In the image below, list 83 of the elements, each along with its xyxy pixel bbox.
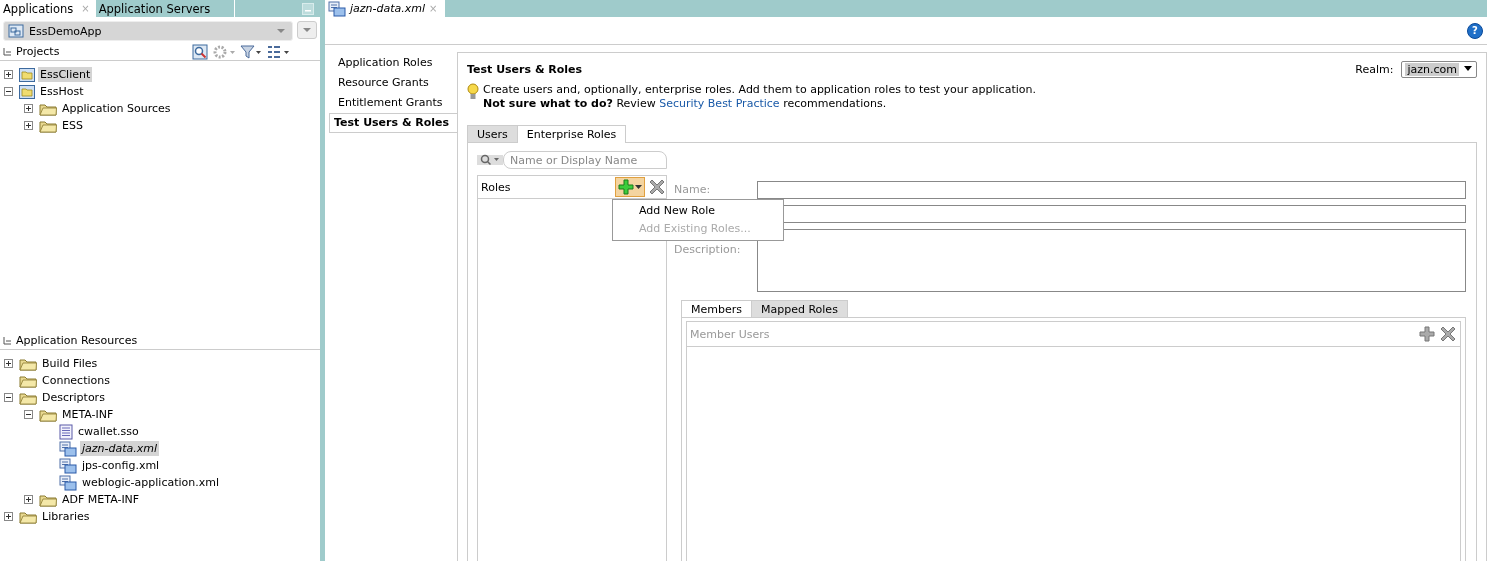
tab[interactable]: Members xyxy=(681,300,751,317)
caret-icon xyxy=(1463,66,1473,72)
page-title: Test Users & Roles xyxy=(467,62,583,76)
folder-icon xyxy=(39,118,57,133)
collapse-icon[interactable] xyxy=(24,410,33,419)
tree-item[interactable]: jps-config.xml xyxy=(80,458,162,473)
tree-item[interactable]: weblogic-application.xml xyxy=(80,475,222,490)
field-label: Description: xyxy=(674,243,741,256)
panel-tab[interactable]: Applications × xyxy=(0,0,96,17)
xml-file-icon xyxy=(59,457,77,474)
folder-icon xyxy=(39,407,57,422)
tab[interactable]: Users xyxy=(467,125,517,142)
collapse-icon[interactable] xyxy=(4,87,13,96)
tree-item[interactable]: ESS xyxy=(60,118,85,133)
folder-icon xyxy=(19,509,37,524)
tree-item[interactable]: Descriptors xyxy=(40,390,107,405)
tab[interactable]: Mapped Roles xyxy=(751,300,848,317)
field-label: Name: xyxy=(674,183,711,196)
plus-icon[interactable] xyxy=(1419,326,1435,342)
tree-item[interactable]: Connections xyxy=(40,373,112,388)
hint-text: Create users and, optionally, enterprise roles. Add them to application roles to test your application. xyxy=(483,83,1036,97)
application-dropdown[interactable]: EssDemoApp xyxy=(3,21,293,41)
nav-tab[interactable]: Application Roles xyxy=(325,53,457,73)
expand-icon[interactable] xyxy=(4,70,13,79)
filter-icon[interactable] xyxy=(240,43,262,60)
list-header: Roles xyxy=(481,180,511,194)
editor-tab[interactable]: jazn-data.xml × xyxy=(325,0,446,17)
nav-tab[interactable]: Test Users & Roles xyxy=(329,113,457,133)
section-title: Application Resources xyxy=(16,334,138,347)
menu-item[interactable]: Add New Role xyxy=(613,202,783,220)
folder-icon xyxy=(39,492,57,507)
xml-file-icon xyxy=(59,440,77,457)
folder-icon xyxy=(19,390,37,405)
expand-icon[interactable] xyxy=(4,512,13,521)
plus-icon xyxy=(618,179,634,195)
panel-tab[interactable]: Application Servers xyxy=(95,0,236,17)
folder-icon xyxy=(19,373,37,388)
project-folder-icon xyxy=(19,84,35,99)
tree-item[interactable]: Application Sources xyxy=(60,101,173,116)
folder-icon xyxy=(39,101,57,116)
caret-icon xyxy=(302,27,312,33)
delete-icon[interactable] xyxy=(648,178,666,196)
caret-icon xyxy=(635,184,642,190)
tree-item[interactable]: EssClient xyxy=(38,67,93,82)
nav-tab[interactable]: Entitlement Grants xyxy=(325,93,457,113)
search-icon[interactable] xyxy=(192,43,208,60)
tree-item[interactable]: Build Files xyxy=(40,356,100,371)
collapse-icon[interactable] xyxy=(4,393,13,402)
tree-options-icon[interactable] xyxy=(266,43,290,60)
lightbulb-icon xyxy=(467,83,479,101)
nav-tab[interactable]: Resource Grants xyxy=(325,73,457,93)
expand-icon[interactable] xyxy=(24,104,33,113)
delete-icon[interactable] xyxy=(1439,325,1457,343)
realm-dropdown[interactable]: jazn.com xyxy=(1401,60,1477,78)
help-button[interactable]: ? xyxy=(1467,22,1483,39)
caret-icon xyxy=(276,28,286,34)
project-folder-icon xyxy=(19,67,35,82)
expand-icon[interactable] xyxy=(24,121,33,130)
tab[interactable]: Enterprise Roles xyxy=(516,125,627,143)
search-field[interactable]: Name or Display Name xyxy=(503,151,667,169)
tree-item[interactable]: META-INF xyxy=(60,407,116,422)
tree-item[interactable]: ADF META-INF xyxy=(60,492,142,507)
tree-item[interactable]: cwallet.sso xyxy=(76,424,141,439)
search-icon[interactable] xyxy=(477,153,503,167)
section-title: Projects xyxy=(16,45,60,58)
add-button[interactable] xyxy=(615,177,645,197)
text-area[interactable] xyxy=(757,229,1466,292)
realm-label: Realm: xyxy=(1355,62,1394,76)
tree-item[interactable]: EssHost xyxy=(38,84,86,99)
input-field[interactable] xyxy=(757,181,1466,199)
application-icon xyxy=(8,24,24,38)
list-header: Member Users xyxy=(690,327,770,341)
hint-text: Not sure what to do? Review Security Best Practice recommendations. xyxy=(483,97,888,111)
xml-file-icon xyxy=(328,0,346,17)
expand-icon[interactable] xyxy=(24,495,33,504)
xml-file-icon xyxy=(59,474,77,491)
folder-icon xyxy=(19,356,37,371)
expand-icon[interactable] xyxy=(4,359,13,368)
document-icon xyxy=(59,423,73,440)
tree-item[interactable]: jazn-data.xml xyxy=(80,441,160,456)
security-link[interactable]: Security Best Practice xyxy=(659,97,780,110)
tree-item[interactable]: Libraries xyxy=(40,509,92,524)
dropdown-button[interactable] xyxy=(297,21,317,39)
